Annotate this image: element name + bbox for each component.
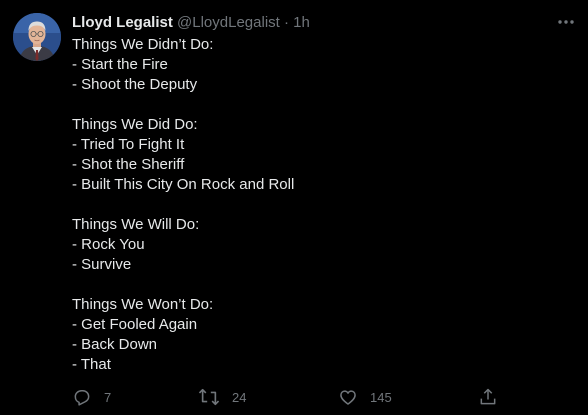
tweet-line: Things We Won’t Do:: [72, 296, 214, 313]
like-button[interactable]: 145: [338, 386, 392, 408]
tweet-line: - That: [72, 356, 111, 373]
tweet-line: - Survive: [72, 256, 132, 273]
tweet-line: [72, 275, 572, 295]
tweet-line: Things We Did Do:: [72, 116, 198, 133]
tweet-line: - Get Fooled Again: [72, 316, 198, 333]
retweet-count: 24: [232, 389, 247, 405]
tweet-text: Things We Didn’t Do: - Start the Fire - …: [72, 35, 572, 375]
tweet-line: - Tried To Fight It: [72, 136, 185, 153]
tweet-line: Things We Will Do:: [72, 216, 200, 233]
timestamp[interactable]: 1h: [293, 14, 310, 31]
avatar[interactable]: [13, 13, 61, 61]
tweet[interactable]: Lloyd Legalist @LloydLegalist · 1h Thing…: [0, 0, 588, 415]
tweet-line: [72, 195, 572, 215]
tweet-line: - Shot the Sheriff: [72, 156, 185, 173]
tweet-line: - Shoot the Deputy: [72, 76, 198, 93]
tweet-line: - Back Down: [72, 336, 158, 353]
avatar-image: [13, 13, 61, 61]
author-handle[interactable]: @LloydLegalist: [177, 14, 280, 31]
share-button[interactable]: [478, 386, 498, 408]
retweet-icon: [198, 388, 220, 406]
separator-dot: ·: [284, 14, 289, 31]
reply-icon: [74, 390, 90, 406]
more-options-button[interactable]: [556, 12, 576, 32]
like-count: 145: [370, 389, 392, 405]
tweet-line: [72, 95, 572, 115]
share-icon: [480, 388, 496, 405]
tweet-line: - Start the Fire: [72, 56, 168, 73]
heart-icon: [340, 390, 356, 405]
author-name[interactable]: Lloyd Legalist: [72, 14, 173, 31]
tweet-line: Things We Didn’t Do:: [72, 36, 214, 53]
retweet-button[interactable]: 24: [198, 386, 246, 408]
tweet-line: - Built This City On Rock and Roll: [72, 176, 295, 193]
reply-button[interactable]: 7: [72, 386, 111, 408]
reply-count: 7: [104, 389, 112, 405]
tweet-line: - Rock You: [72, 236, 145, 253]
tweet-header: Lloyd Legalist @LloydLegalist · 1h: [72, 13, 310, 33]
tweet-actions: 7 24 145: [72, 386, 502, 408]
more-icon: [558, 20, 574, 24]
